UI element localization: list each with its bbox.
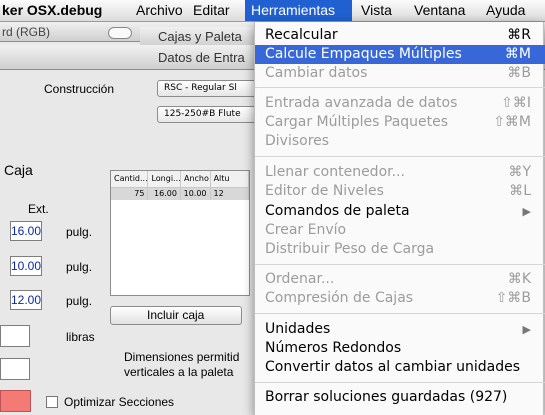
cell-length: 16.00	[148, 188, 181, 200]
length-unit: pulg.	[66, 225, 93, 239]
menu-item-label: Cargar Múltiples Paquetes	[265, 114, 449, 130]
optimize-sections-label: Optimizar Secciones	[64, 395, 175, 409]
menu-item-ordenar: Ordenar... ⌘K	[255, 270, 545, 289]
cell-quantity: 75	[111, 188, 149, 200]
length-field[interactable]: 16.00	[10, 221, 42, 241]
dims-note-line1: Dimensiones permitid	[124, 350, 240, 364]
herramientas-menu: Recalcular ⌘R Calcule Empaques Múltiples…	[254, 22, 545, 415]
front-window-title: Datos de Entra	[158, 50, 245, 65]
menu-item-compresion-de-cajas: Compresión de Cajas ⇧⌘B	[255, 289, 545, 308]
menu-item-calcule-empaques-multiples[interactable]: Calcule Empaques Múltiples ⌘M	[255, 45, 545, 64]
menu-separator	[255, 87, 545, 88]
menu-item-shortcut: ⌘R	[507, 27, 531, 43]
menu-item-label: Comandos de paleta	[265, 203, 410, 219]
menu-item-label: Cambiar datos	[265, 65, 368, 81]
box-section-label: Caja	[4, 162, 33, 178]
extra-field[interactable]	[0, 358, 30, 380]
mid-window-title: Cajas y Paleta	[158, 29, 242, 44]
menu-item-distribuir-peso: Distribuir Peso de Carga	[255, 240, 545, 259]
menu-item-crear-envio: Crear Envío	[255, 221, 545, 240]
col-length[interactable]: Longi...	[148, 171, 181, 187]
menu-editar[interactable]: Editar	[187, 0, 236, 21]
construction-popup[interactable]: RSC - Regular Sl	[157, 80, 257, 97]
menubar-app-name[interactable]: ker OSX.debug	[0, 0, 108, 21]
menu-item-cargar-multiples-paquetes: Cargar Múltiples Paquetes ⇧⌘M	[255, 113, 545, 132]
menu-ventana[interactable]: Ventana	[408, 0, 471, 21]
menu-item-label: Entrada avanzada de datos	[265, 95, 458, 111]
menu-item-shortcut: ⌘B	[507, 65, 531, 81]
ext-label: Ext.	[28, 202, 49, 216]
menu-item-shortcut: ⌘M	[504, 46, 531, 62]
menu-item-shortcut: ⌘L	[509, 183, 531, 199]
weight-field[interactable]	[0, 325, 30, 347]
menu-item-label: Recalcular	[265, 27, 338, 43]
menu-item-label: Llenar contenedor...	[265, 164, 405, 180]
menu-item-shortcut: ⌘K	[507, 271, 531, 287]
menubar: ker OSX.debug Archivo Editar Herramienta…	[0, 0, 545, 22]
menu-archivo[interactable]: Archivo	[130, 0, 189, 21]
menu-item-label: Distribuir Peso de Carga	[265, 241, 435, 257]
col-width[interactable]: Ancho	[181, 171, 211, 187]
menu-separator	[255, 382, 545, 383]
include-box-button[interactable]: Incluir caja	[110, 306, 242, 325]
col-quantity[interactable]: Cantid...	[111, 171, 149, 187]
menu-item-borrar-soluciones[interactable]: Borrar soluciones guardadas (927)	[255, 388, 545, 407]
box-table-header: Cantid... Longi... Ancho Altu	[111, 171, 249, 188]
box-table[interactable]: Cantid... Longi... Ancho Altu 75 16.00 1…	[110, 170, 250, 296]
menu-separator	[255, 313, 545, 314]
menu-item-label: Calcule Empaques Múltiples	[265, 46, 462, 62]
menu-item-shortcut: ⌘Y	[508, 164, 531, 180]
toolbar-toggle-button[interactable]	[108, 27, 132, 39]
cell-height: 12	[211, 188, 249, 200]
submenu-arrow-icon: ▶	[522, 323, 531, 336]
flute-popup[interactable]: 125-250#B Flute	[157, 106, 257, 123]
construction-label: Construcción	[44, 82, 115, 96]
submenu-arrow-icon: ▶	[522, 205, 531, 218]
menu-item-label: Editor de Niveles	[265, 183, 384, 199]
col-height[interactable]: Altu	[211, 171, 249, 187]
menu-vista[interactable]: Vista	[355, 0, 398, 21]
menu-item-label: Convertir datos al cambiar unidades	[265, 359, 521, 375]
menu-item-divisores: Divisores	[255, 132, 545, 151]
menu-item-label: Unidades	[265, 321, 331, 337]
weight-unit: libras	[66, 330, 95, 344]
menu-item-label: Compresión de Cajas	[265, 290, 414, 306]
menu-item-numeros-redondos[interactable]: Números Redondos	[255, 339, 545, 358]
back-window-title: rd (RGB)	[2, 25, 50, 39]
menu-item-editor-de-niveles: Editor de Niveles ⌘L	[255, 182, 545, 201]
height-field[interactable]: 12.00	[10, 290, 42, 310]
menu-item-llenar-contenedor: Llenar contenedor... ⌘Y	[255, 163, 545, 182]
menu-item-label: Números Redondos	[265, 340, 402, 356]
menu-item-label: Borrar soluciones guardadas (927)	[265, 389, 508, 405]
menu-item-recalcular[interactable]: Recalcular ⌘R	[255, 26, 545, 45]
menu-separator	[255, 264, 545, 265]
width-unit: pulg.	[66, 260, 93, 274]
menu-item-label: Divisores	[265, 133, 330, 149]
cell-width: 10.00	[181, 188, 211, 200]
menu-item-convertir-datos[interactable]: Convertir datos al cambiar unidades	[255, 358, 545, 377]
width-field[interactable]: 10.00	[10, 256, 42, 276]
menu-item-unidades[interactable]: Unidades ▶	[255, 320, 545, 339]
menu-separator	[255, 156, 545, 157]
menu-herramientas[interactable]: Herramientas	[245, 0, 352, 21]
menu-item-label: Ordenar...	[265, 271, 335, 287]
menu-item-label: Crear Envío	[265, 222, 347, 238]
height-unit: pulg.	[66, 294, 93, 308]
dims-note-line2: verticales a la paleta	[124, 365, 234, 379]
menu-item-shortcut: ⇧⌘M	[493, 114, 531, 130]
menu-item-comandos-de-paleta[interactable]: Comandos de paleta ▶	[255, 202, 545, 221]
menu-ayuda[interactable]: Ayuda	[480, 0, 531, 21]
menu-item-entrada-avanzada: Entrada avanzada de datos ⇧⌘I	[255, 94, 545, 113]
menu-item-shortcut: ⇧⌘I	[501, 95, 531, 111]
color-swatch[interactable]	[0, 390, 31, 412]
table-row[interactable]: 75 16.00 10.00 12	[111, 188, 249, 200]
menu-item-cambiar-datos: Cambiar datos ⌘B	[255, 64, 545, 83]
optimize-sections-checkbox[interactable]	[46, 396, 58, 408]
menu-item-shortcut: ⇧⌘B	[495, 290, 531, 306]
